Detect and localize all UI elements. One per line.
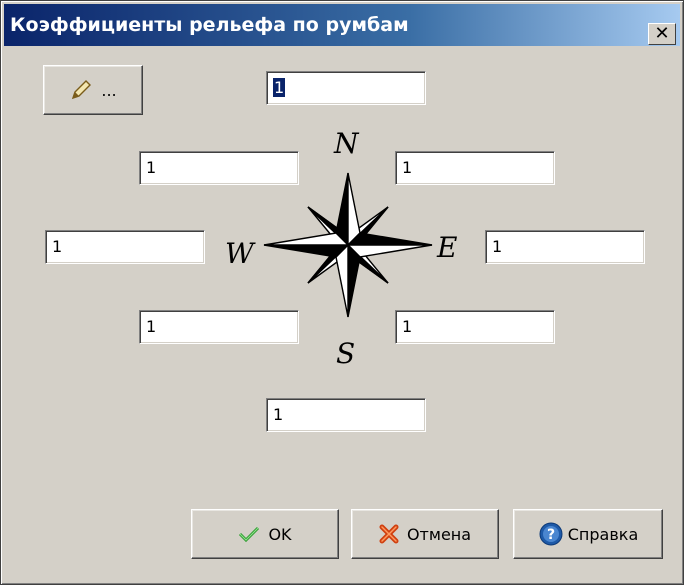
edit-button-label: ... <box>101 80 117 100</box>
ok-button-label: OK <box>268 524 292 544</box>
svg-text:?: ? <box>547 527 555 543</box>
compass-label-south: S <box>336 337 356 370</box>
dialog-window: Коэффициенты рельефа по румбам ✕ ... 1 1… <box>0 0 684 585</box>
cancel-button-label: Отмена <box>406 524 472 544</box>
compass-label-east: E <box>437 231 458 264</box>
cross-icon <box>379 524 399 544</box>
close-icon: ✕ <box>654 23 670 44</box>
checkmark-icon <box>238 525 260 543</box>
compass-rose-icon <box>253 161 443 331</box>
east-coefficient-input[interactable]: 1 <box>485 230 645 264</box>
north-coefficient-input[interactable]: 1 <box>266 71 426 105</box>
help-button[interactable]: ? Справка <box>513 509 663 559</box>
cancel-button[interactable]: Отмена <box>351 509 499 559</box>
title-bar[interactable]: Коэффициенты рельефа по румбам ✕ <box>4 4 680 46</box>
north-coefficient-value: 1 <box>273 78 286 97</box>
edit-button[interactable]: ... <box>43 65 143 115</box>
window-title: Коэффициенты рельефа по румбам <box>10 14 409 36</box>
help-icon: ? <box>538 521 564 547</box>
close-button[interactable]: ✕ <box>648 23 676 45</box>
west-coefficient-input[interactable]: 1 <box>45 230 205 264</box>
compass-label-north: N <box>334 127 359 160</box>
ok-button[interactable]: OK <box>191 509 339 559</box>
pencil-icon <box>69 78 93 102</box>
help-button-label: Справка <box>567 524 639 544</box>
compass-label-west: W <box>225 237 254 270</box>
south-coefficient-input[interactable]: 1 <box>266 398 426 432</box>
